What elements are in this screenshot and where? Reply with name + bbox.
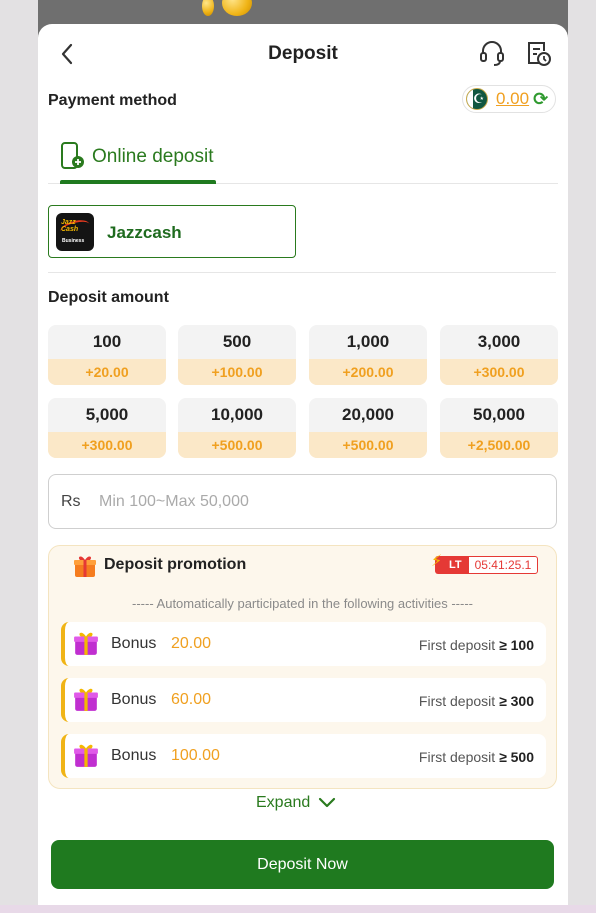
coin-icon: [222, 0, 252, 16]
gift-icon: [74, 556, 96, 577]
deposit-tabs: Online deposit: [48, 124, 558, 184]
deposit-sheet: Deposit Payment method 0.00 ⟳ Online dep…: [38, 24, 568, 905]
bonus-amount: 100.00: [171, 747, 220, 764]
headset-icon: [480, 41, 504, 66]
phone-deposit-icon: [61, 142, 84, 169]
amount-value: 500: [222, 332, 252, 351]
divider: [48, 272, 556, 273]
lightning-icon: ⚡: [431, 553, 443, 570]
amount-value: 20,000: [342, 405, 394, 424]
bonus-condition: First deposit ≥ 300: [418, 693, 534, 709]
promotion-timer: ⚡ LT 05:41:25.1: [431, 553, 539, 575]
amount-value: 100: [92, 332, 122, 351]
countdown: 05:41:25.1: [467, 556, 539, 574]
channel-name: Jazzcash: [107, 223, 182, 242]
amount-option[interactable]: 500 +100.00: [178, 325, 296, 385]
channel-jazzcash[interactable]: Jazz Cash Business Jazzcash: [48, 205, 296, 258]
tab-label: Online deposit: [92, 146, 214, 167]
amount-option[interactable]: 10,000 +500.00: [178, 398, 296, 458]
pakistan-flag-icon: [466, 88, 488, 110]
bonus-item: Bonus 60.00 First deposit ≥ 300: [61, 678, 546, 722]
deposit-now-button[interactable]: Deposit Now: [51, 840, 554, 889]
amount-bonus: +500.00: [178, 432, 296, 458]
promotion-note: ----- Automatically participated in the …: [132, 596, 473, 611]
amount-value: 1,000: [346, 332, 390, 351]
amount-value: 5,000: [85, 405, 129, 424]
bonus-amount: 20.00: [171, 635, 212, 652]
chevron-down-icon: [319, 797, 336, 808]
payment-method-row: Payment method 0.00 ⟳: [38, 84, 568, 124]
amount-option[interactable]: 1,000 +200.00: [309, 325, 427, 385]
deposit-amount-label: Deposit amount: [48, 289, 169, 306]
amount-option[interactable]: 100 +20.00: [48, 325, 166, 385]
logo-text-top: Jazz Cash: [61, 219, 79, 233]
gift-icon: [74, 744, 98, 767]
bonus-condition: First deposit ≥ 500: [418, 749, 534, 765]
amount-bonus: +300.00: [48, 432, 166, 458]
header: Deposit: [38, 24, 568, 84]
amount-bonus: +20.00: [48, 359, 166, 385]
balance-pill: 0.00 ⟳: [462, 85, 556, 113]
amount-bonus: +200.00: [309, 359, 427, 385]
bonus-label: Bonus: [111, 691, 157, 708]
coin-icon: [202, 0, 214, 16]
gift-icon: [74, 688, 98, 711]
history-button[interactable]: [524, 39, 552, 67]
bonus-label: Bonus: [111, 747, 157, 764]
amount-option[interactable]: 50,000 +2,500.00: [440, 398, 558, 458]
amount-option[interactable]: 5,000 +300.00: [48, 398, 166, 458]
amount-value: 50,000: [473, 405, 525, 424]
jazzcash-logo: Jazz Cash Business: [56, 213, 94, 251]
refresh-icon[interactable]: ⟳: [533, 89, 548, 110]
amount-bonus: +2,500.00: [440, 432, 558, 458]
expand-label: Expand: [256, 794, 311, 811]
bonus-amount: 60.00: [171, 691, 212, 708]
tab-online-deposit[interactable]: Online deposit: [60, 124, 216, 184]
clipboard-clock-icon: [528, 42, 551, 66]
gift-icon: [74, 632, 98, 655]
amount-bonus: +100.00: [178, 359, 296, 385]
bonus-item: Bonus 100.00 First deposit ≥ 500: [61, 734, 546, 778]
amount-value: 3,000: [477, 332, 521, 351]
payment-method-label: Payment method: [48, 92, 177, 109]
logo-text-bottom: Business: [62, 238, 85, 244]
bonus-condition: First deposit ≥ 100: [418, 637, 534, 653]
bonus-label: Bonus: [111, 635, 157, 652]
amount-bonus: +500.00: [309, 432, 427, 458]
limited-time-badge: ⚡ LT: [431, 553, 468, 574]
amount-option[interactable]: 20,000 +500.00: [309, 398, 427, 458]
tab-active-indicator: [60, 180, 216, 184]
balance-value: 0.00: [496, 89, 530, 108]
support-button[interactable]: [478, 39, 506, 67]
deposit-promotion-card: Deposit promotion ⚡ LT 05:41:25.1 ----- A…: [48, 545, 557, 789]
expand-button[interactable]: Expand: [256, 794, 336, 812]
currency-label: Rs: [61, 493, 81, 510]
amount-value: 10,000: [211, 405, 263, 424]
promotion-title: Deposit promotion: [104, 556, 247, 573]
bottom-bar: [0, 905, 596, 913]
amount-option[interactable]: 3,000 +300.00: [440, 325, 558, 385]
bonus-item: Bonus 20.00 First deposit ≥ 100: [61, 622, 546, 666]
amount-input-field[interactable]: Rs: [48, 474, 557, 529]
amount-bonus: +300.00: [440, 359, 558, 385]
amount-input[interactable]: [99, 486, 539, 518]
